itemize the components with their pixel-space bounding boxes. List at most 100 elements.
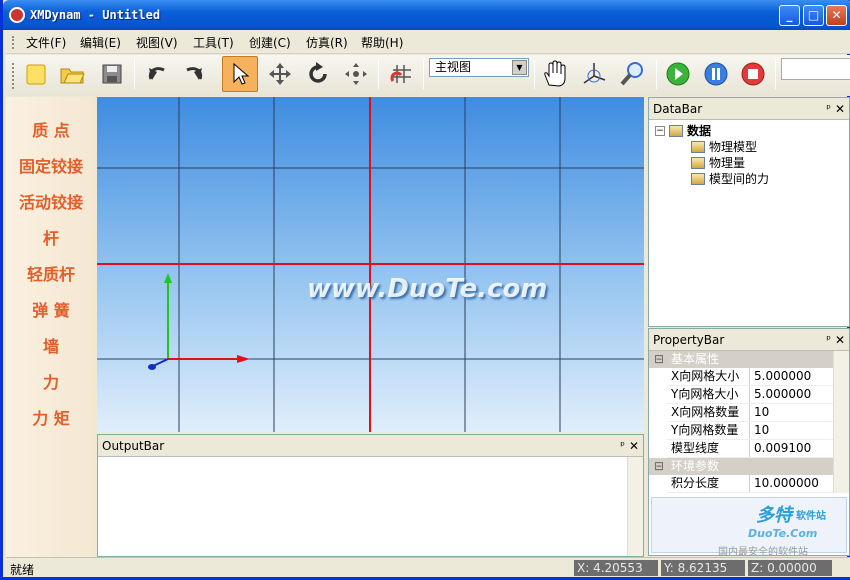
output-bar: OutputBar ᵖ ✕	[97, 434, 644, 557]
grid-canvas	[97, 97, 644, 432]
tree-root[interactable]: − 数据	[655, 122, 711, 139]
category-label: 环境参数	[671, 459, 720, 473]
property-category-basic[interactable]: ⊟ 基本属性	[649, 351, 835, 368]
menu-simulate[interactable]: 仿真(R)	[306, 34, 348, 51]
tree-root-label: 数据	[687, 124, 712, 138]
component-movable-hinge[interactable]: 活动铰接	[6, 189, 96, 213]
select-arrow-icon[interactable]	[222, 56, 258, 92]
menu-edit[interactable]: 编辑(E)	[80, 34, 121, 51]
title-bar[interactable]: XMDynam - Untitled _ □ ✕	[3, 0, 850, 30]
property-row[interactable]: 积分长度 10.000000	[667, 475, 835, 493]
menu-bar: 文件(F) 编辑(E) 视图(V) 工具(T) 创建(C) 仿真(R) 帮助(H…	[6, 30, 850, 54]
category-label: 基本属性	[671, 352, 720, 366]
tree-item-model-forces[interactable]: 模型间的力	[691, 170, 769, 187]
toolbar-separator	[534, 59, 535, 89]
tree-item-label: 物理模型	[709, 140, 758, 154]
property-key: 积分长度	[671, 476, 720, 490]
move-icon[interactable]	[264, 58, 296, 90]
property-value[interactable]: 10	[749, 404, 835, 421]
component-wall[interactable]: 墙	[6, 333, 96, 357]
model-icon	[691, 140, 705, 153]
property-key: 模型线度	[671, 441, 720, 455]
component-spring[interactable]: 弹 簧	[6, 297, 96, 321]
component-particle[interactable]: 质 点	[6, 117, 96, 141]
output-bar-header: OutputBar ᵖ ✕	[98, 435, 643, 457]
model-icon	[691, 172, 705, 185]
window-title: XMDynam - Untitled	[30, 8, 161, 22]
collapse-icon[interactable]: ⊟	[654, 351, 664, 368]
hand-pan-icon[interactable]	[539, 58, 571, 90]
close-icon[interactable]: ✕	[835, 329, 845, 351]
status-z-coordinate: Z: 0.00000	[748, 560, 832, 576]
toolbar-separator	[378, 59, 379, 89]
property-row[interactable]: 模型线度 0.009100	[667, 440, 835, 458]
watermark-text: www.DuoTe.com	[307, 274, 548, 304]
property-scrollbar[interactable]	[833, 351, 849, 493]
toolbar-grip	[12, 63, 15, 89]
menu-view[interactable]: 视图(V)	[136, 34, 178, 51]
property-value[interactable]: 10.000000	[749, 475, 835, 492]
chevron-down-icon[interactable]: ▼	[512, 60, 527, 75]
property-value[interactable]: 5.000000	[749, 368, 835, 385]
open-folder-icon[interactable]	[56, 58, 88, 90]
close-icon[interactable]: ✕	[835, 98, 845, 120]
property-key: Y向网格大小	[671, 387, 739, 401]
output-scrollbar[interactable]	[627, 457, 643, 556]
property-value[interactable]: 0.009100	[749, 440, 835, 457]
menu-create[interactable]: 创建(C)	[249, 34, 291, 51]
zoom-icon[interactable]	[616, 58, 648, 90]
tree-item-label: 模型间的力	[709, 172, 770, 186]
toolbar-separator	[423, 59, 424, 89]
minimize-button[interactable]: _	[779, 5, 800, 26]
stop-icon[interactable]	[737, 58, 769, 90]
menu-tools[interactable]: 工具(T)	[193, 34, 234, 51]
grid-magnet-icon[interactable]	[386, 58, 418, 90]
redo-icon[interactable]	[178, 58, 210, 90]
pan-all-icon[interactable]	[340, 58, 372, 90]
view-select[interactable]: 主视图 ▼	[429, 58, 529, 77]
collapse-icon[interactable]: −	[655, 125, 665, 136]
save-icon[interactable]	[96, 58, 128, 90]
axes-icon[interactable]	[578, 58, 610, 90]
pin-icon[interactable]: ᵖ	[826, 329, 831, 351]
property-row[interactable]: Y向网格数量 10	[667, 422, 835, 440]
data-bar: DataBar ᵖ ✕ − 数据 物理模型 物理量 模型间的力	[648, 97, 850, 327]
menu-help[interactable]: 帮助(H)	[361, 34, 403, 51]
play-icon[interactable]	[662, 58, 694, 90]
collapse-icon[interactable]: ⊟	[654, 458, 664, 475]
component-torque[interactable]: 力 矩	[6, 405, 96, 429]
property-category-environment[interactable]: ⊟ 环境参数	[649, 458, 835, 475]
menu-grip	[12, 36, 15, 49]
logo-tagline: 国内最安全的软件站	[718, 547, 808, 558]
main-viewport[interactable]: www.DuoTe.com	[97, 97, 644, 432]
close-button[interactable]: ✕	[826, 5, 847, 26]
component-fixed-hinge[interactable]: 固定铰接	[6, 153, 96, 177]
tree-item-physics-model[interactable]: 物理模型	[691, 138, 757, 155]
component-force[interactable]: 力	[6, 369, 96, 393]
maximize-button[interactable]: □	[803, 5, 824, 26]
toolbar: 主视图 ▼	[6, 55, 850, 96]
status-text: 就绪	[10, 563, 35, 577]
data-bar-title: DataBar	[653, 102, 703, 116]
property-key: Y向网格数量	[671, 423, 739, 437]
component-rod[interactable]: 杆	[6, 225, 96, 249]
toolbar-separator	[656, 59, 657, 89]
pin-icon[interactable]: ᵖ	[620, 435, 625, 457]
property-value[interactable]: 5.000000	[749, 386, 835, 403]
undo-icon[interactable]	[141, 58, 173, 90]
new-file-icon[interactable]	[20, 58, 52, 90]
rotate-icon[interactable]	[302, 58, 334, 90]
menu-file[interactable]: 文件(F)	[26, 34, 66, 51]
close-icon[interactable]: ✕	[629, 435, 639, 457]
pin-icon[interactable]: ᵖ	[826, 98, 831, 120]
tree-item-label: 物理量	[709, 156, 746, 170]
property-row[interactable]: X向网格大小 5.000000	[667, 368, 835, 386]
property-value[interactable]: 10	[749, 422, 835, 439]
property-row[interactable]: Y向网格大小 5.000000	[667, 386, 835, 404]
property-row[interactable]: X向网格数量 10	[667, 404, 835, 422]
toolbar-separator	[134, 59, 135, 89]
toolbar-input[interactable]	[781, 58, 850, 80]
pause-icon[interactable]	[700, 58, 732, 90]
tree-item-physics-quantity[interactable]: 物理量	[691, 154, 745, 171]
component-light-rod[interactable]: 轻质杆	[6, 261, 96, 285]
